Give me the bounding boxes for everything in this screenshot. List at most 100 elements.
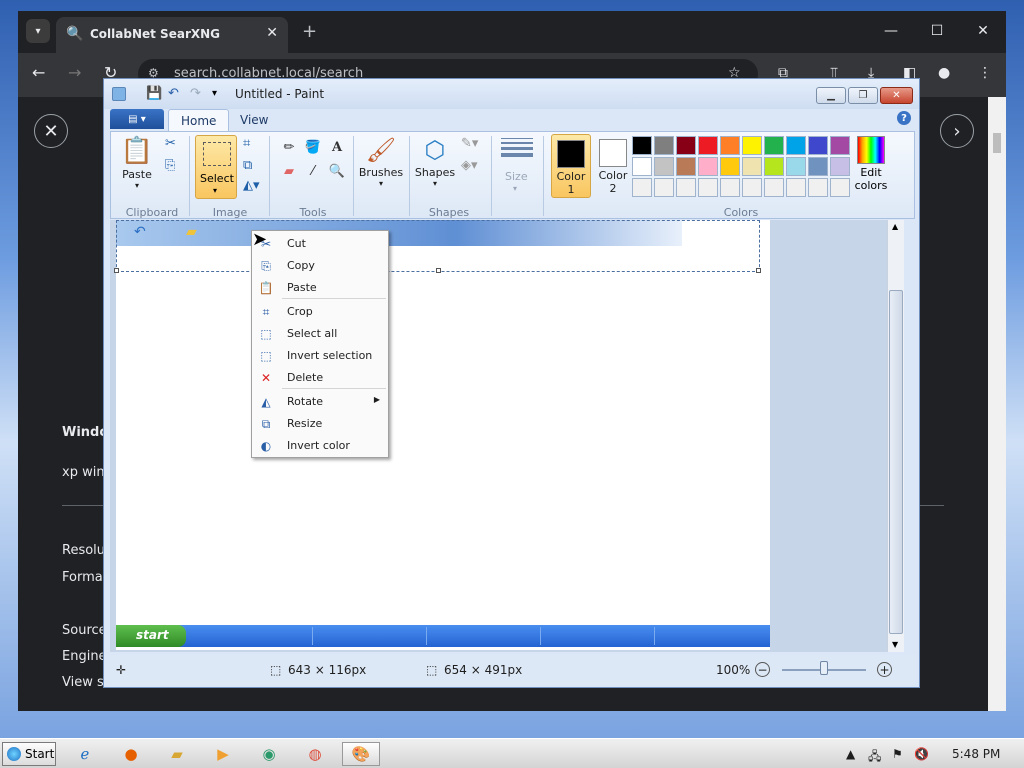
menu-kebab-icon[interactable]: ⋮	[978, 65, 992, 81]
palette-swatch[interactable]	[698, 178, 718, 197]
rotate-icon[interactable]: ◭▾	[243, 178, 260, 193]
start-button[interactable]: Start	[2, 742, 56, 766]
context-menu-item-invert-color[interactable]: ◐ Invert color	[254, 435, 386, 457]
tab-close-icon[interactable]: ✕	[266, 25, 278, 41]
fill-icon[interactable]: 🪣	[303, 138, 323, 156]
context-menu-item-select-all[interactable]: ⬚ Select all	[254, 323, 386, 345]
color2-button[interactable]: Color 2	[593, 134, 633, 198]
palette-swatch[interactable]	[654, 136, 674, 155]
resize-handle[interactable]	[114, 268, 119, 273]
action-center-icon[interactable]: ⚑	[892, 747, 903, 761]
palette-swatch[interactable]	[764, 136, 784, 155]
context-menu-item-delete[interactable]: ✕ Delete	[254, 367, 386, 389]
redo-icon[interactable]: ↷	[190, 86, 201, 101]
palette-swatch[interactable]	[786, 157, 806, 176]
palette-swatch[interactable]	[676, 178, 696, 197]
close-button[interactable]: ✕	[880, 87, 913, 104]
context-menu-item-crop[interactable]: ⌗ Crop	[254, 301, 386, 323]
context-menu-item-copy[interactable]: ⎘ Copy	[254, 255, 386, 277]
size-label[interactable]: Size	[505, 170, 528, 183]
color-picker-icon[interactable]: ⁄	[303, 162, 323, 180]
palette-swatch[interactable]	[698, 136, 718, 155]
maximize-button[interactable]: ☐	[914, 11, 960, 51]
close-preview-icon[interactable]: ✕	[34, 114, 68, 148]
eraser-icon[interactable]: ▰	[279, 162, 299, 180]
customize-qat-icon[interactable]: ▾	[212, 88, 217, 99]
context-menu-item-paste[interactable]: 📋 Paste	[254, 277, 386, 299]
minimize-button[interactable]: —	[868, 11, 914, 51]
magnifier-icon[interactable]: 🔍	[327, 162, 347, 180]
fill-shape-icon[interactable]: ◈▾	[461, 158, 478, 173]
scrollbar-thumb[interactable]	[993, 133, 1001, 153]
cut-icon[interactable]: ✂	[165, 136, 176, 151]
tab-view[interactable]: View	[228, 109, 280, 131]
canvas[interactable]: ↶ ▰ start	[114, 220, 770, 650]
crop-icon[interactable]: ⌗	[243, 136, 250, 151]
palette-swatch[interactable]	[830, 157, 850, 176]
palette-swatch[interactable]	[830, 178, 850, 197]
paint-menu-button[interactable]: ▤ ▾	[110, 109, 164, 129]
palette-swatch[interactable]	[808, 157, 828, 176]
outline-icon[interactable]: ✎▾	[461, 136, 478, 151]
palette-swatch[interactable]	[632, 136, 652, 155]
palette-swatch[interactable]	[786, 178, 806, 197]
palette-swatch[interactable]	[676, 157, 696, 176]
context-menu-item-invert-selection[interactable]: ⬚ Invert selection	[254, 345, 386, 367]
firefox-icon[interactable]: ●	[112, 742, 150, 766]
media-player-icon[interactable]: ▶	[204, 742, 242, 766]
selection-rectangle[interactable]	[114, 220, 761, 273]
app-icon[interactable]: ◉	[250, 742, 288, 766]
copy-icon[interactable]: ⎘	[165, 158, 175, 173]
palette-swatch[interactable]	[676, 136, 696, 155]
back-arrow-icon[interactable]: ←	[32, 63, 45, 82]
zoom-slider-thumb[interactable]	[820, 661, 828, 675]
page-scrollbar[interactable]	[988, 97, 1006, 711]
brushes-button[interactable]: 🖌 Brushes ▾	[357, 136, 405, 188]
network-icon[interactable]: 🖧	[868, 747, 881, 768]
select-button[interactable]: Select ▾	[195, 135, 237, 199]
zoom-in-button[interactable]: +	[877, 662, 892, 677]
forward-arrow-icon[interactable]: →	[68, 63, 81, 82]
scroll-down-icon[interactable]: ▼	[892, 640, 898, 649]
clock[interactable]: 5:48 PM	[952, 747, 1000, 761]
save-icon[interactable]: 💾	[146, 86, 162, 101]
pencil-icon[interactable]: ✏	[279, 138, 299, 156]
palette-swatch[interactable]	[742, 178, 762, 197]
browser-tab[interactable]: 🔍 CollabNet SearXNG ✕	[56, 17, 288, 53]
palette-swatch[interactable]	[786, 136, 806, 155]
resize-icon[interactable]: ⧉	[243, 158, 252, 173]
palette-swatch[interactable]	[654, 157, 674, 176]
internet-explorer-icon[interactable]: ℯ	[66, 742, 104, 766]
paint-taskbar-icon[interactable]: 🎨	[342, 742, 380, 766]
palette-swatch[interactable]	[742, 136, 762, 155]
tab-search-button[interactable]: ▾	[26, 19, 50, 43]
palette-swatch[interactable]	[654, 178, 674, 197]
palette-swatch[interactable]	[720, 157, 740, 176]
palette-swatch[interactable]	[720, 178, 740, 197]
palette-swatch[interactable]	[632, 157, 652, 176]
restore-button[interactable]: ❐	[848, 87, 878, 104]
tab-home[interactable]: Home	[168, 109, 230, 131]
palette-swatch[interactable]	[808, 178, 828, 197]
show-hidden-icons[interactable]: ▲	[846, 747, 855, 761]
palette-swatch[interactable]	[808, 136, 828, 155]
palette-swatch[interactable]	[830, 136, 850, 155]
zoom-out-button[interactable]: −	[755, 662, 770, 677]
resize-handle[interactable]	[756, 268, 761, 273]
new-tab-button[interactable]: +	[302, 21, 317, 42]
chrome-icon[interactable]: ◍	[296, 742, 334, 766]
context-menu-item-cut[interactable]: ✂ Cut	[254, 233, 386, 255]
minimize-button[interactable]: ▁	[816, 87, 846, 104]
palette-swatch[interactable]	[720, 136, 740, 155]
scroll-up-icon[interactable]: ▲	[892, 222, 898, 231]
paint-app-icon[interactable]	[112, 87, 126, 101]
resize-handle[interactable]	[436, 268, 441, 273]
next-result-icon[interactable]: ›	[940, 114, 974, 148]
color1-button[interactable]: Color 1	[551, 134, 591, 198]
scrollbar-thumb[interactable]	[889, 290, 903, 634]
palette-swatch[interactable]	[764, 178, 784, 197]
canvas-scrollbar[interactable]: ▲ ▼	[887, 220, 904, 652]
profile-avatar-icon[interactable]: ●	[938, 65, 950, 81]
text-icon[interactable]: A	[327, 138, 347, 156]
file-explorer-icon[interactable]: ▰	[158, 742, 196, 766]
